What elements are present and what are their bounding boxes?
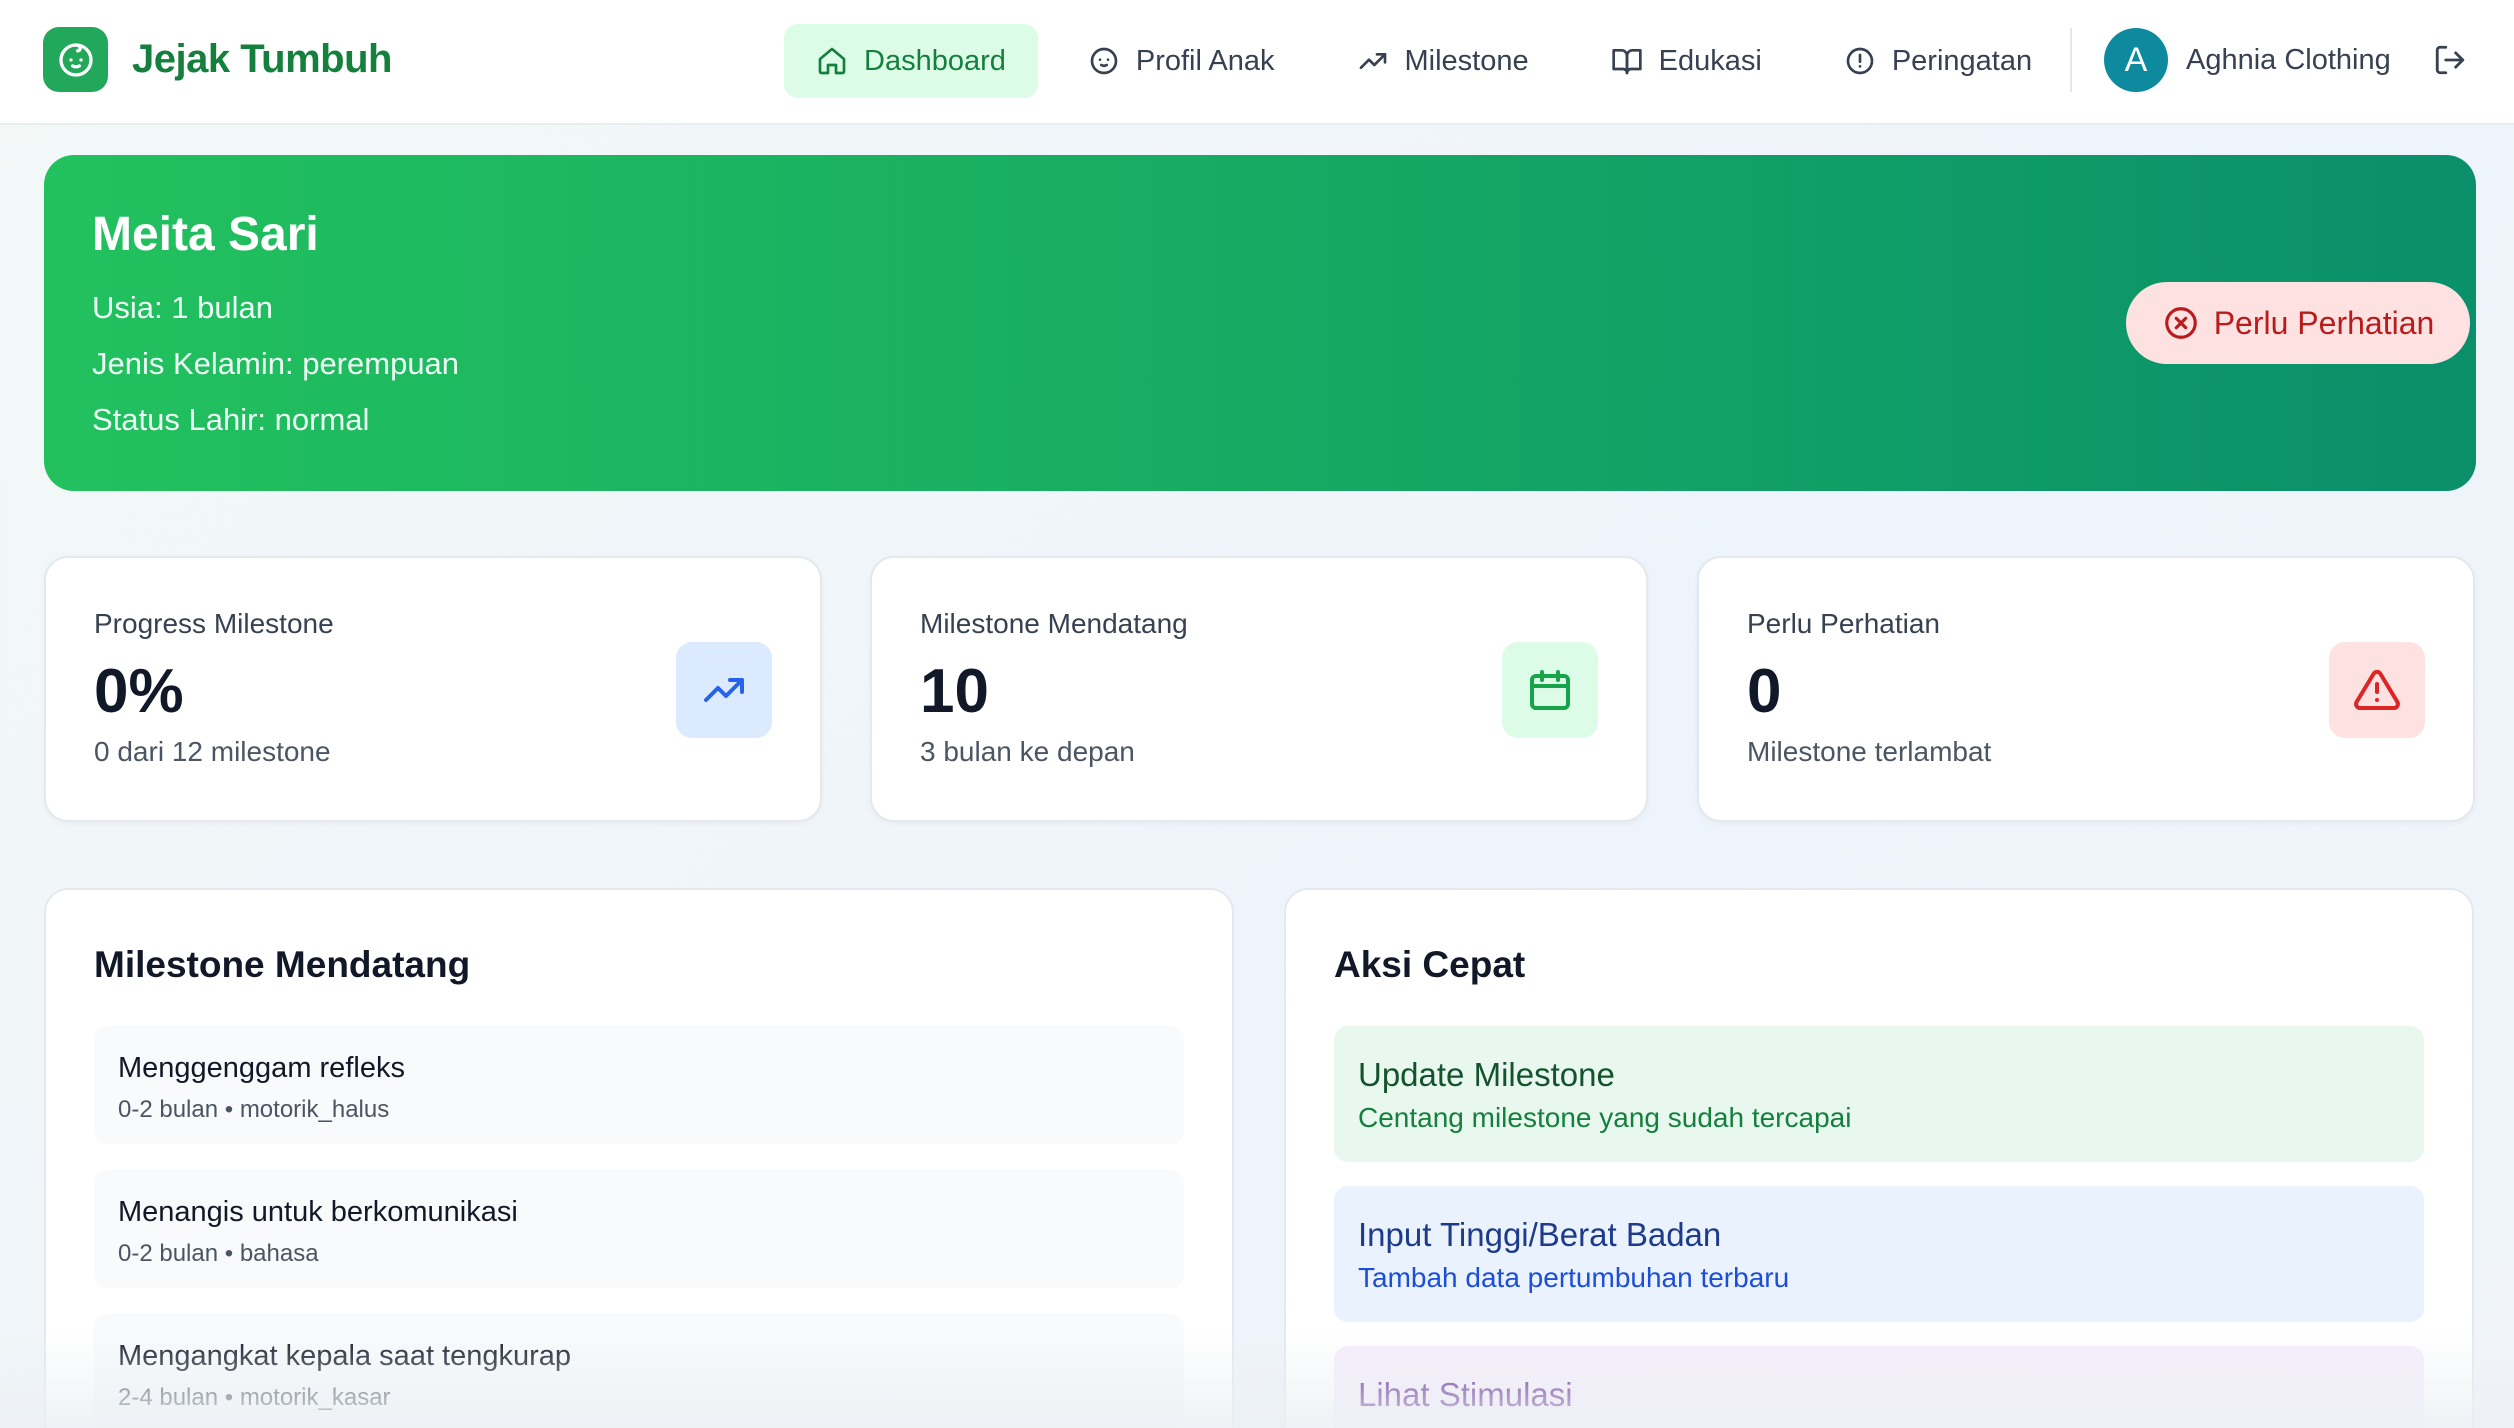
user-menu: A Aghnia Clothing (2104, 28, 2467, 92)
list-item[interactable]: Menggenggam refleks 0-2 bulan • motorik_… (94, 1026, 1184, 1144)
nav-divider (2070, 28, 2072, 92)
nav-label: Profil Anak (1135, 44, 1275, 77)
x-circle-icon (2162, 304, 2200, 342)
nav-dashboard[interactable]: Dashboard (784, 24, 1038, 98)
child-name: Meita Sari (92, 208, 319, 261)
panel-title: Milestone Mendatang (94, 944, 471, 985)
book-open-icon (1611, 45, 1643, 77)
milestone-meta: 0-2 bulan • bahasa (118, 1240, 319, 1267)
child-gender: Jenis Kelamin: perempuan (92, 346, 460, 381)
stat-card-upcoming: Milestone Mendatang 10 3 bulan ke depan (870, 556, 1648, 822)
avatar[interactable]: A (2104, 28, 2168, 92)
update-milestone-action[interactable]: Update Milestone Centang milestone yang … (1334, 1026, 2424, 1162)
panel-title: Aksi Cepat (1334, 944, 1526, 985)
milestone-title: Menangis untuk berkomunikasi (118, 1196, 518, 1228)
quick-actions-panel: Aksi Cepat Update Milestone Centang mile… (1284, 888, 2474, 1428)
stat-label: Milestone Mendatang (920, 608, 1188, 639)
nav-edukasi[interactable]: Edukasi (1579, 24, 1794, 98)
action-subtitle: Centang milestone yang sudah tercapai (1358, 1102, 1852, 1133)
stat-sub: Milestone terlambat (1747, 736, 1992, 767)
user-name: Aghnia Clothing (2186, 43, 2391, 76)
list-item[interactable]: Mengangkat kepala saat tengkurap 2-4 bul… (94, 1314, 1184, 1428)
status-badge[interactable]: Perlu Perhatian (2126, 282, 2470, 364)
nav-profil-anak[interactable]: Profil Anak (1056, 24, 1307, 98)
child-birth-status: Status Lahir: normal (92, 402, 370, 437)
baby-icon (1088, 45, 1120, 77)
top-navbar: Jejak Tumbuh Dashboard Profil Anak Miles… (0, 0, 2514, 125)
logout-icon[interactable] (2433, 43, 2467, 77)
view-stimulation-action[interactable]: Lihat Stimulasi (1334, 1346, 2424, 1428)
input-growth-action[interactable]: Input Tinggi/Berat Badan Tambah data per… (1334, 1186, 2424, 1322)
action-title: Input Tinggi/Berat Badan (1358, 1216, 1722, 1253)
stat-label: Progress Milestone (94, 608, 334, 639)
status-badge-label: Perlu Perhatian (2213, 304, 2435, 341)
milestone-meta: 0-2 bulan • motorik_halus (118, 1096, 390, 1123)
warning-triangle-icon (2329, 642, 2425, 738)
nav-label: Peringatan (1891, 44, 2033, 77)
stat-value: 0% (94, 657, 184, 726)
action-title: Update Milestone (1358, 1056, 1615, 1093)
milestone-title: Menggenggam refleks (118, 1052, 405, 1084)
nav-peringatan[interactable]: Peringatan (1812, 24, 2064, 98)
child-age: Usia: 1 bulan (92, 290, 273, 325)
baby-face-icon (43, 27, 108, 92)
upcoming-milestones-panel: Milestone Mendatang Menggenggam refleks … (44, 888, 1234, 1428)
milestone-title: Mengangkat kepala saat tengkurap (118, 1340, 572, 1372)
stat-sub: 3 bulan ke depan (920, 736, 1135, 767)
stat-card-progress: Progress Milestone 0% 0 dari 12 mileston… (44, 556, 822, 822)
app-name: Jejak Tumbuh (132, 37, 392, 81)
stat-label: Perlu Perhatian (1747, 608, 1941, 639)
brand[interactable]: Jejak Tumbuh (43, 27, 392, 92)
main-nav: Dashboard Profil Anak Milestone Edukasi … (784, 24, 2082, 98)
milestone-meta: 2-4 bulan • motorik_kasar (118, 1384, 391, 1411)
child-summary-banner: Meita Sari Usia: 1 bulan Jenis Kelamin: … (44, 155, 2476, 491)
nav-label: Dashboard (864, 44, 1006, 77)
action-subtitle: Tambah data pertumbuhan terbaru (1358, 1262, 1790, 1293)
stat-sub: 0 dari 12 milestone (94, 736, 331, 767)
list-item[interactable]: Menangis untuk berkomunikasi 0-2 bulan •… (94, 1170, 1184, 1288)
trending-up-icon (676, 642, 772, 738)
calendar-icon (1502, 642, 1598, 738)
nav-milestone[interactable]: Milestone (1325, 24, 1561, 98)
trending-up-icon (1357, 45, 1389, 77)
nav-label: Edukasi (1658, 44, 1762, 77)
stat-card-attention: Perlu Perhatian 0 Milestone terlambat (1697, 556, 2475, 822)
action-title: Lihat Stimulasi (1358, 1376, 1573, 1413)
stat-value: 10 (920, 657, 989, 726)
alert-circle-icon (1844, 45, 1876, 77)
stat-value: 0 (1747, 657, 1782, 726)
nav-label: Milestone (1404, 44, 1529, 77)
home-icon (816, 45, 848, 77)
